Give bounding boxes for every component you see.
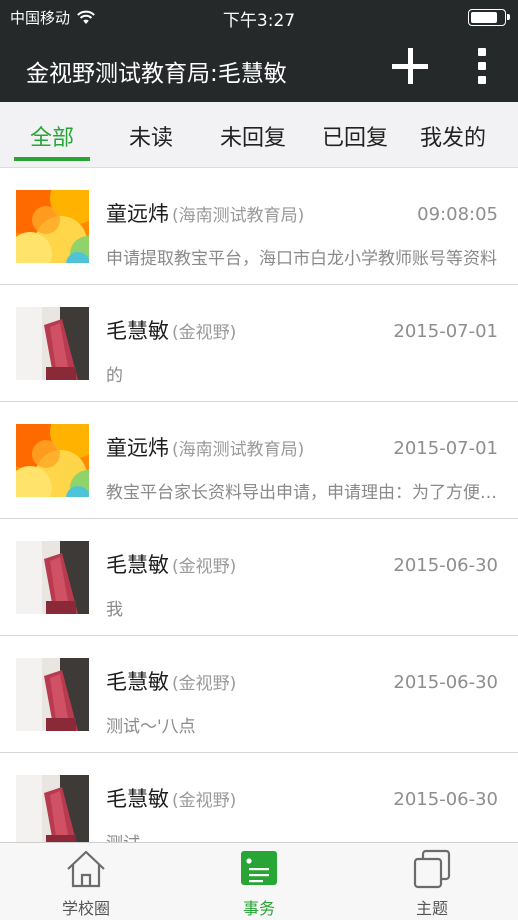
sender-name: 毛慧敏 xyxy=(106,670,169,694)
tab-replied[interactable]: 已回复 xyxy=(316,120,394,152)
filter-tabs: 全部 未读 未回复 已回复 我发的 xyxy=(0,102,518,168)
home-icon xyxy=(67,850,105,888)
message-preview: 教宝平台家长资料导出申请，申请理由：为了方便统计 xyxy=(106,483,498,503)
nav-bar: 金视野测试教育局:毛慧敏 xyxy=(0,34,518,102)
message-row[interactable]: 毛慧敏 (金视野) 2015-06-30 测试～'八点 xyxy=(0,636,518,753)
message-row[interactable]: 童远炜 (海南测试教育局) 09:08:05 申请提取教宝平台，海口市白龙小学教师账号… xyxy=(0,168,518,285)
sender-line: 毛慧敏 (金视野) xyxy=(106,666,236,696)
document-icon xyxy=(241,851,277,885)
message-preview: 我 xyxy=(106,600,123,620)
plus-icon[interactable] xyxy=(392,48,428,84)
message-time: 09:08:05 xyxy=(417,204,498,225)
sender-line: 毛慧敏 (金视野) xyxy=(106,549,236,579)
message-preview: 申请提取教宝平台，海口市白龙小学教师账号等资料 xyxy=(106,249,497,269)
message-time: 2015-06-30 xyxy=(393,672,498,693)
tab-sent-by-me[interactable]: 我发的 xyxy=(414,120,492,152)
message-row[interactable]: 童远炜 (海南测试教育局) 2015-07-01 教宝平台家长资料导出申请，申请理由：… xyxy=(0,402,518,519)
tab-unread[interactable]: 未读 xyxy=(125,120,177,152)
top-bar: 中国移动 下午3:27 金视野测试教育局:毛慧敏 xyxy=(0,0,518,102)
sender-organization: (金视野) xyxy=(172,791,237,811)
message-preview: 的 xyxy=(106,366,123,386)
sender-line: 童远炜 (海南测试教育局) xyxy=(106,432,304,462)
sender-name: 毛慧敏 xyxy=(106,553,169,577)
avatar xyxy=(16,775,89,842)
message-time: 2015-06-30 xyxy=(393,789,498,810)
message-preview: 测试～'八点 xyxy=(106,717,196,737)
battery-icon xyxy=(468,9,510,26)
copy-icon xyxy=(413,849,451,889)
sender-name: 童远炜 xyxy=(106,436,169,460)
bottom-tab-label: 学校圈 xyxy=(61,899,110,918)
sender-name: 毛慧敏 xyxy=(106,319,169,343)
sender-organization: (海南测试教育局) xyxy=(172,206,305,226)
bottom-tab-label: 主题 xyxy=(415,899,448,918)
bottom-tab-school-circle[interactable]: 学校圈 xyxy=(0,843,172,920)
status-bar: 中国移动 下午3:27 xyxy=(0,0,518,34)
message-row[interactable]: 毛慧敏(金视野) 2015-06-30 测试 xyxy=(0,753,518,842)
sender-organization: (金视野) xyxy=(172,674,237,694)
avatar xyxy=(16,190,89,263)
page-title: 金视野测试教育局:毛慧敏 xyxy=(26,61,287,87)
message-time: 2015-07-01 xyxy=(393,321,498,342)
sender-organization: (金视野) xyxy=(172,323,237,343)
message-list: 童远炜 (海南测试教育局) 09:08:05 申请提取教宝平台，海口市白龙小学教师账号… xyxy=(0,168,518,842)
message-time: 2015-06-30 xyxy=(393,555,498,576)
tab-all[interactable]: 全部 xyxy=(26,120,78,152)
avatar xyxy=(16,424,89,497)
bottom-tab-label: 事务 xyxy=(242,899,275,918)
message-preview: 测试 xyxy=(106,829,498,842)
sender-line: 毛慧敏 (金视野) xyxy=(106,315,236,345)
sender-organization: (金视野) xyxy=(172,557,237,577)
sender-organization: (海南测试教育局) xyxy=(172,440,305,460)
tab-unreplied[interactable]: 未回复 xyxy=(214,120,292,152)
avatar xyxy=(16,658,89,731)
bottom-tab-topics[interactable]: 主题 xyxy=(346,843,518,920)
bottom-tab-bar: 学校圈 事务 主题 xyxy=(0,842,518,920)
more-vertical-icon[interactable] xyxy=(474,48,490,84)
bottom-tab-affairs[interactable]: 事务 xyxy=(173,843,345,920)
sender-line: 毛慧敏 (金视野) xyxy=(106,783,236,813)
sender-line: 童远炜 (海南测试教育局) xyxy=(106,198,304,228)
sender-name: 童远炜 xyxy=(106,202,169,226)
message-row[interactable]: 毛慧敏 (金视野) 2015-06-30 我 xyxy=(0,519,518,636)
message-row[interactable]: 毛慧敏 (金视野) 2015-07-01 的 xyxy=(0,285,518,402)
avatar xyxy=(16,307,89,380)
status-time: 下午3:27 xyxy=(222,11,296,31)
avatar xyxy=(16,541,89,614)
active-tab-indicator xyxy=(14,157,90,161)
message-time: 2015-07-01 xyxy=(393,438,498,459)
sender-name: 毛慧敏 xyxy=(106,787,169,811)
